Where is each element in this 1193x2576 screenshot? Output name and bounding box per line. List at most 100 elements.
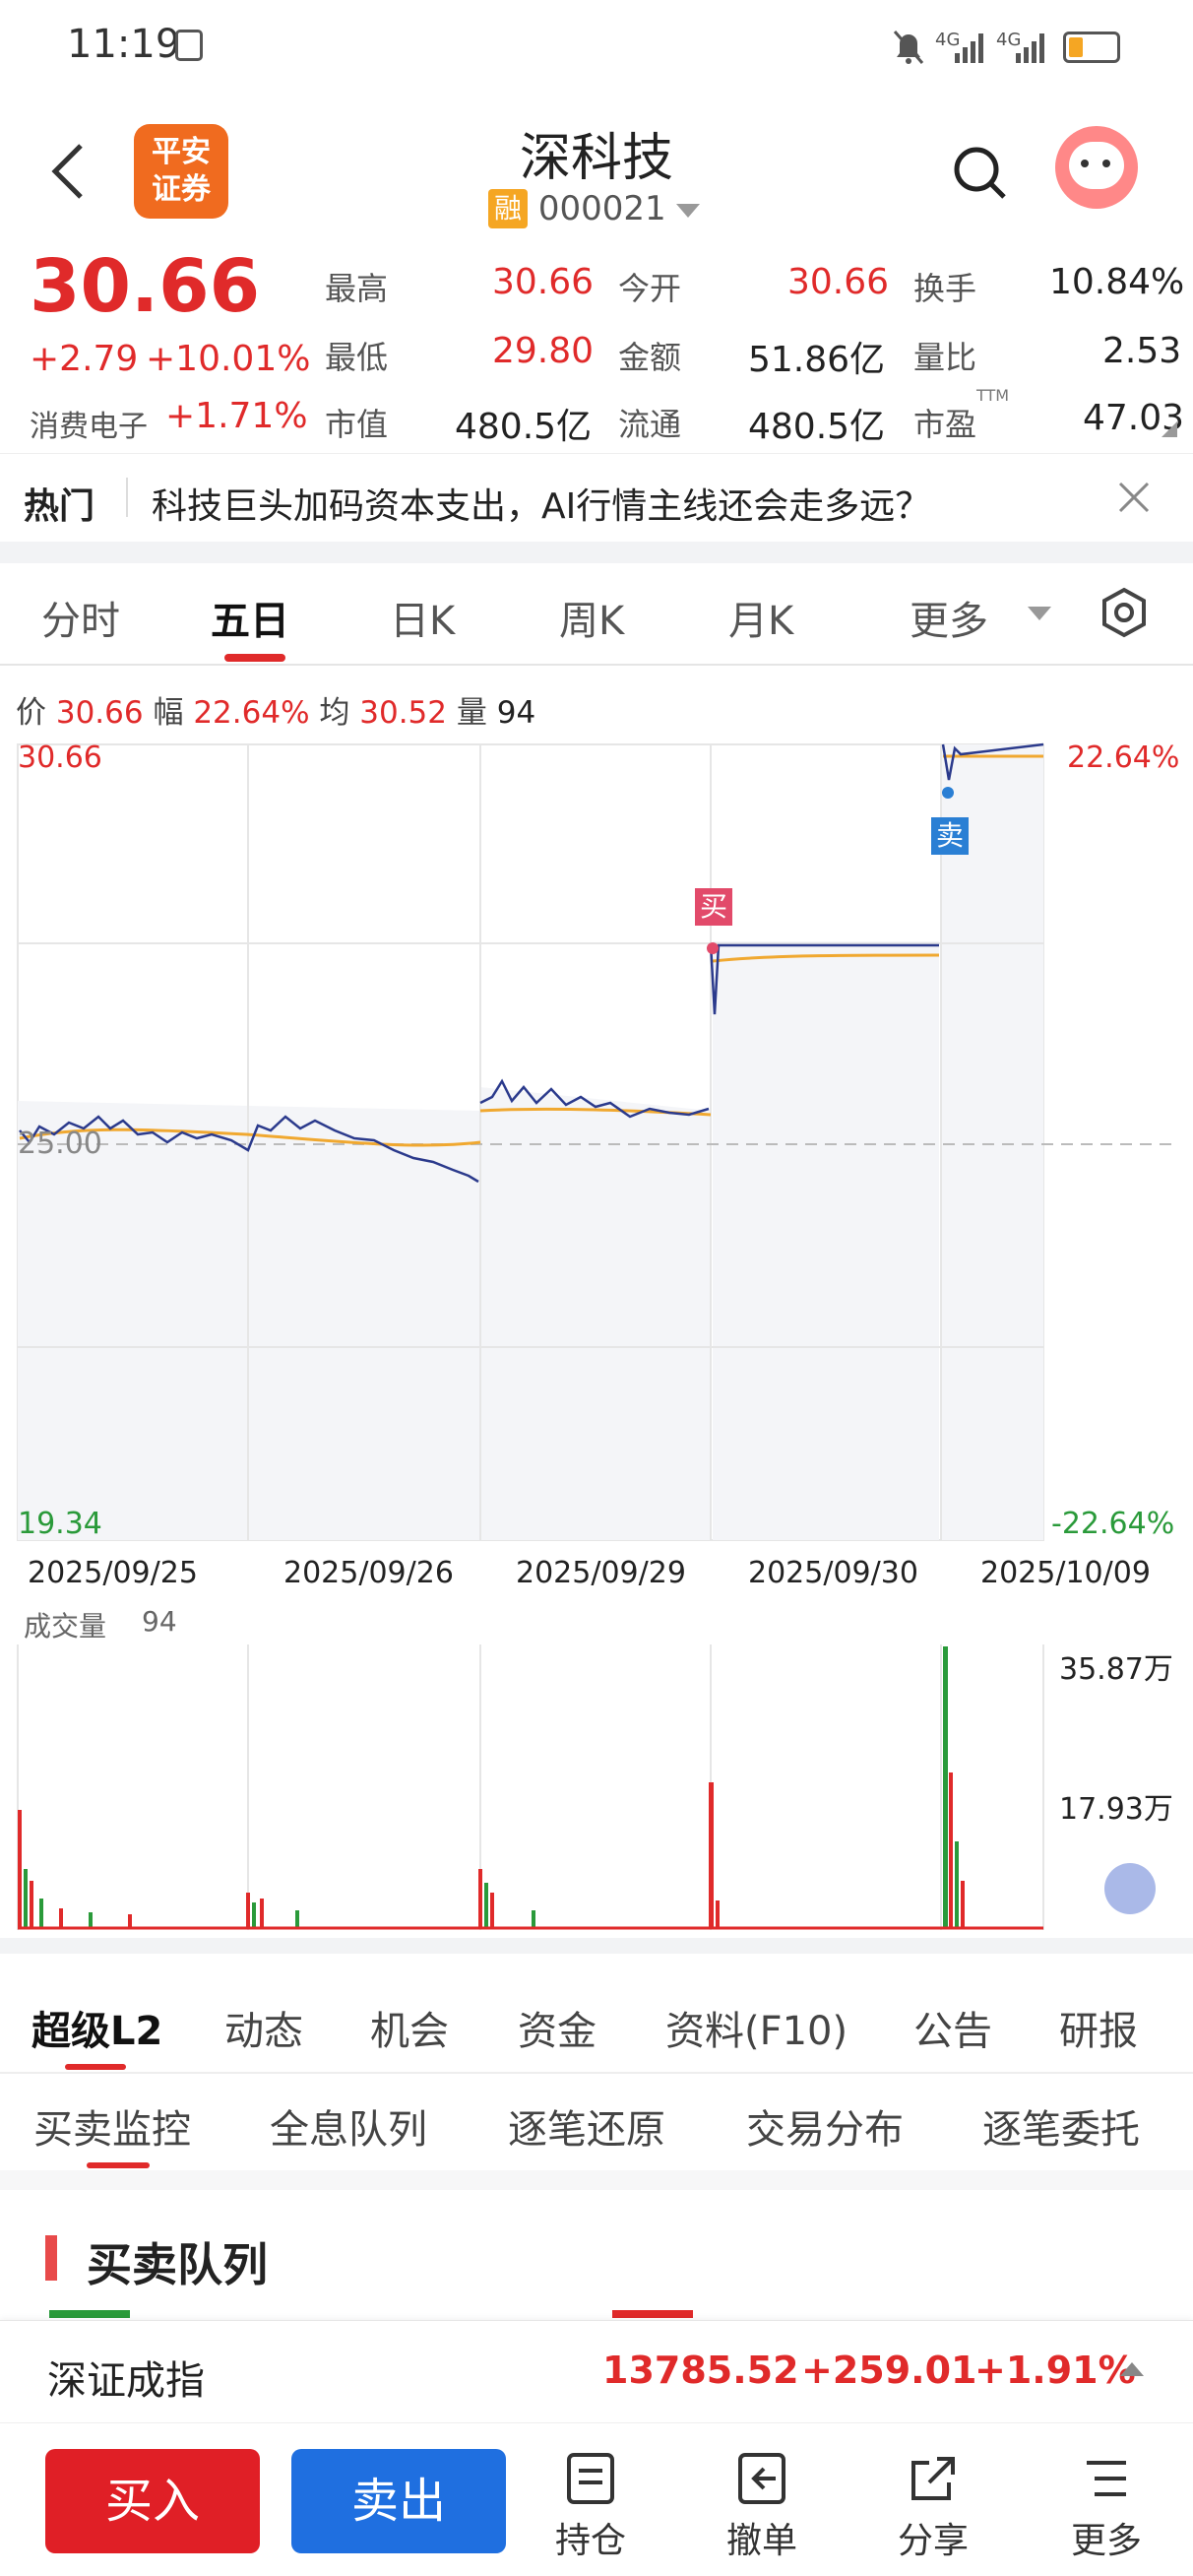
ttm-tag: TTM (976, 386, 1010, 405)
stock-code: 000021 (537, 189, 666, 228)
document-icon (567, 2453, 614, 2504)
chevron-down-icon[interactable] (1028, 607, 1051, 620)
tab-weekly-k[interactable]: 周K (559, 589, 624, 646)
active-subtab-indicator (87, 2162, 150, 2168)
search-icon[interactable] (949, 142, 1012, 205)
sell-marker[interactable]: 卖 (931, 817, 969, 855)
app-header: 平安 证券 深科技 融 000021 (0, 98, 1193, 246)
l2-divider (0, 2072, 1193, 2074)
share-button[interactable]: 分享 (874, 2451, 992, 2563)
pct-max-label: 22.64% (1067, 741, 1180, 775)
value-mktcap: 480.5亿 (455, 407, 593, 447)
signal-bars-icon (955, 33, 983, 63)
sector-name[interactable]: 消费电子 (30, 402, 148, 445)
label-open: 今开 (618, 270, 682, 307)
share-icon (911, 2457, 955, 2500)
queue-bar-green (49, 2310, 130, 2318)
signal-bars-icon-2 (1016, 33, 1044, 63)
status-time: 11:19 (67, 22, 181, 67)
subtab-distribution[interactable]: 交易分布 (746, 2097, 904, 2155)
hot-divider (126, 478, 128, 517)
label-mktcap: 市值 (325, 406, 389, 443)
more-label: 更多 (1070, 2521, 1142, 2561)
tab-f10[interactable]: 资料(F10) (665, 1999, 848, 2056)
tab-monthly-k[interactable]: 月K (728, 589, 793, 646)
info-pct-label: 幅 (153, 695, 184, 731)
value-high: 30.66 (492, 262, 595, 302)
active-tab-indicator (224, 654, 285, 662)
buy-marker[interactable]: 买 (695, 888, 732, 926)
tab-more[interactable]: 更多 (910, 589, 988, 646)
date-label: 2025/09/26 (283, 1556, 454, 1590)
positions-button[interactable]: 持仓 (532, 2451, 650, 2563)
tab-super-l2[interactable]: 超级L2 (31, 1999, 162, 2056)
assistant-avatar[interactable] (1055, 126, 1138, 209)
index-bar[interactable]: 深证成指 13785.52 +259.01 +1.91% (0, 2320, 1193, 2422)
subtab-tick-replay[interactable]: 逐笔还原 (508, 2097, 665, 2155)
page-title: 深科技 (519, 129, 673, 188)
gear-icon[interactable] (1099, 587, 1150, 638)
subtab-monitor[interactable]: 买卖监控 (33, 2097, 191, 2155)
more-button[interactable]: 更多 (1047, 2451, 1165, 2563)
fullscreen-icon[interactable] (1104, 1863, 1156, 1914)
label-volume-ratio: 量比 (913, 339, 977, 376)
volume-bars (18, 1646, 965, 1928)
hot-news-bar[interactable]: 热门 科技巨头加码资本支出，AI行情主线还会走多远？ (0, 453, 1193, 542)
section-gap-2 (0, 1938, 1193, 1954)
queue-bar-red (612, 2310, 693, 2318)
five-day-chart[interactable]: 买 卖 30.66 22.64% 25.00 19.34 -22.64% 202… (0, 737, 1193, 1590)
tab-intraday[interactable]: 分时 (41, 589, 120, 646)
label-high: 最高 (325, 270, 389, 307)
subtab-queue[interactable]: 全息队列 (270, 2097, 427, 2155)
cancel-order-button[interactable]: 撤单 (703, 2451, 821, 2563)
battery-icon (1063, 32, 1120, 63)
broker-logo: 平安 证券 (134, 124, 228, 219)
tab-five-day[interactable]: 五日 (211, 589, 289, 646)
value-low: 29.80 (492, 331, 595, 371)
hot-news-text: 科技巨头加码资本支出，AI行情主线还会走多远？ (152, 486, 931, 527)
buy-point (707, 942, 719, 954)
info-pct: 22.64% (193, 695, 310, 731)
section-title: 买卖队列 (87, 2238, 268, 2291)
info-vol-label: 量 (456, 695, 487, 731)
y-max-label: 30.66 (18, 741, 102, 775)
info-avg-label: 均 (319, 695, 350, 731)
index-value: 13785.52 (602, 2349, 799, 2392)
tab-daily-k[interactable]: 日K (390, 589, 455, 646)
vol-max-label: 35.87万 (1059, 1652, 1173, 1687)
volume-chart[interactable]: 成交量 94 35.87万 17.93万 (0, 1597, 1193, 1932)
index-pct: +1.91% (974, 2349, 1136, 2392)
y-min-label: 19.34 (18, 1507, 102, 1541)
back-icon[interactable] (47, 140, 87, 203)
date-label: 2025/09/25 (28, 1556, 198, 1590)
active-tab-indicator (65, 2064, 126, 2070)
volume-label: 成交量 (24, 1610, 107, 1642)
vol-mid-label: 17.93万 (1059, 1792, 1173, 1827)
chevron-down-icon[interactable] (676, 203, 701, 218)
value-volume-ratio: 2.53 (1102, 331, 1182, 371)
tab-opportunity[interactable]: 机会 (370, 1999, 449, 2056)
tab-funds[interactable]: 资金 (518, 1999, 596, 2056)
info-price: 30.66 (55, 695, 144, 731)
sell-button[interactable]: 卖出 (291, 2449, 506, 2553)
hot-tag: 热门 (24, 486, 95, 527)
last-price: 30.66 (30, 244, 261, 329)
subtab-orders[interactable]: 逐笔委托 (982, 2097, 1140, 2155)
info-vol: 94 (496, 695, 536, 731)
cancel-order-label: 撤单 (725, 2521, 797, 2561)
close-icon[interactable] (1116, 480, 1152, 515)
sector-pct: +1.71% (165, 396, 308, 436)
buy-button[interactable]: 买入 (45, 2449, 260, 2553)
info-price-label: 价 (16, 695, 46, 731)
value-float: 480.5亿 (748, 407, 886, 447)
value-turnover: 10.84% (1049, 262, 1185, 302)
index-change: +259.01 (801, 2349, 977, 2392)
tab-dynamic[interactable]: 动态 (224, 1999, 303, 2056)
tab-research[interactable]: 研报 (1059, 1999, 1138, 2056)
undo-icon (738, 2453, 785, 2504)
chevron-up-icon[interactable] (1120, 2362, 1144, 2376)
tab-notice[interactable]: 公告 (913, 1999, 992, 2056)
margin-badge: 融 (488, 189, 528, 228)
label-low: 最低 (325, 339, 389, 376)
expand-corner-icon[interactable] (1162, 421, 1177, 437)
